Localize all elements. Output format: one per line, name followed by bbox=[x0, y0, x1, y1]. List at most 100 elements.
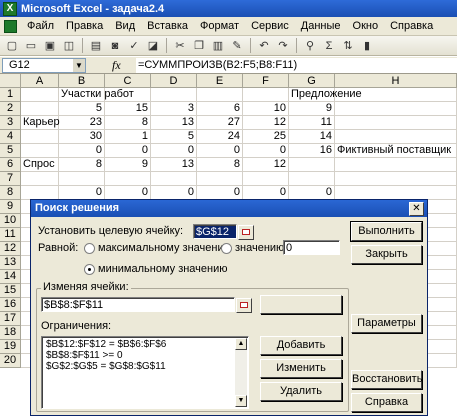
column-header-H[interactable]: H bbox=[335, 74, 457, 88]
cell-C5[interactable]: 0 bbox=[105, 144, 151, 158]
row-header-12[interactable]: 12 bbox=[0, 242, 21, 256]
changing-cells-input[interactable]: $B$8:$F$11 bbox=[41, 297, 235, 312]
cell-B2[interactable]: 5 bbox=[59, 102, 105, 116]
cell-F1[interactable] bbox=[243, 88, 289, 102]
open-icon[interactable]: ▭ bbox=[23, 38, 39, 54]
cell-G6[interactable] bbox=[289, 158, 335, 172]
cell-D7[interactable] bbox=[151, 172, 197, 186]
cell-A4[interactable] bbox=[21, 130, 59, 144]
cell-G3[interactable]: 11 bbox=[289, 116, 335, 130]
cell-H2[interactable] bbox=[335, 102, 457, 116]
print-preview-icon[interactable]: ◙ bbox=[107, 38, 123, 54]
close-button[interactable]: Закрыть bbox=[351, 245, 422, 264]
value-radio[interactable] bbox=[221, 243, 232, 254]
cell-B7[interactable] bbox=[59, 172, 105, 186]
solve-button[interactable]: Выполнить bbox=[350, 221, 423, 242]
row-header-9[interactable]: 9 bbox=[0, 200, 21, 214]
cell-E4[interactable]: 24 bbox=[197, 130, 243, 144]
min-radio[interactable] bbox=[84, 264, 95, 275]
cell-E8[interactable]: 0 bbox=[197, 186, 243, 200]
undo-icon[interactable]: ↶ bbox=[256, 38, 272, 54]
cell-F2[interactable]: 10 bbox=[243, 102, 289, 116]
row-header-2[interactable]: 2 bbox=[0, 102, 21, 116]
cell-C4[interactable]: 1 bbox=[105, 130, 151, 144]
column-header-G[interactable]: G bbox=[289, 74, 335, 88]
cell-A2[interactable] bbox=[21, 102, 59, 116]
cell-D3[interactable]: 13 bbox=[151, 116, 197, 130]
name-box[interactable]: G12 ▼ bbox=[2, 58, 86, 73]
formula-input[interactable]: =СУММПРОИЗВ(B2:F5;B8:F11) bbox=[136, 58, 457, 73]
change-button[interactable]: Изменить bbox=[260, 359, 342, 378]
cell-D1[interactable] bbox=[151, 88, 197, 102]
scroll-down-icon[interactable]: ▼ bbox=[235, 395, 247, 407]
copy-icon[interactable]: ❐ bbox=[191, 38, 207, 54]
cell-B8[interactable]: 0 bbox=[59, 186, 105, 200]
cell-G8[interactable]: 0 bbox=[289, 186, 335, 200]
delete-button[interactable]: Удалить bbox=[260, 382, 342, 401]
cell-F5[interactable]: 0 bbox=[243, 144, 289, 158]
cell-E7[interactable] bbox=[197, 172, 243, 186]
cell-B3[interactable]: 23 bbox=[59, 116, 105, 130]
collapse-dialog-icon[interactable] bbox=[238, 225, 254, 240]
chart-icon[interactable]: ▮ bbox=[359, 38, 375, 54]
cell-C8[interactable]: 0 bbox=[105, 186, 151, 200]
cell-H5[interactable]: Фиктивный поставщик bbox=[335, 144, 457, 158]
row-header-11[interactable]: 11 bbox=[0, 228, 21, 242]
close-icon[interactable]: ✕ bbox=[409, 202, 424, 216]
cell-B5[interactable]: 0 bbox=[59, 144, 105, 158]
cell-A7[interactable] bbox=[21, 172, 59, 186]
cell-C3[interactable]: 8 bbox=[105, 116, 151, 130]
chevron-down-icon[interactable]: ▼ bbox=[73, 59, 85, 72]
constraint-item[interactable]: $G$2:$G$5 = $G$8:$G$11 bbox=[46, 361, 244, 372]
column-header-E[interactable]: E bbox=[197, 74, 243, 88]
cell-D4[interactable]: 5 bbox=[151, 130, 197, 144]
row-header-10[interactable]: 10 bbox=[0, 214, 21, 228]
row-header-15[interactable]: 15 bbox=[0, 284, 21, 298]
format-painter-icon[interactable]: ✎ bbox=[229, 38, 245, 54]
function-icon[interactable]: fx bbox=[112, 58, 136, 73]
collapse-dialog-icon[interactable] bbox=[236, 298, 252, 313]
row-header-17[interactable]: 17 bbox=[0, 312, 21, 326]
cell-D8[interactable]: 0 bbox=[151, 186, 197, 200]
cell-A8[interactable] bbox=[21, 186, 59, 200]
cell-H8[interactable] bbox=[335, 186, 457, 200]
cell-F8[interactable]: 0 bbox=[243, 186, 289, 200]
reset-button[interactable]: Восстановить bbox=[351, 370, 422, 389]
row-header-1[interactable]: 1 bbox=[0, 88, 21, 102]
row-header-19[interactable]: 19 bbox=[0, 340, 21, 354]
menu-7[interactable]: Данные bbox=[295, 17, 347, 36]
save-icon[interactable]: ▣ bbox=[42, 38, 58, 54]
workbook-icon[interactable] bbox=[3, 19, 17, 33]
cell-E3[interactable]: 27 bbox=[197, 116, 243, 130]
cell-C7[interactable] bbox=[105, 172, 151, 186]
cell-E5[interactable]: 0 bbox=[197, 144, 243, 158]
column-header-C[interactable]: C bbox=[105, 74, 151, 88]
cell-E2[interactable]: 6 bbox=[197, 102, 243, 116]
options-button[interactable]: Параметры bbox=[351, 314, 422, 333]
cut-icon[interactable]: ✂ bbox=[172, 38, 188, 54]
cell-H3[interactable] bbox=[335, 116, 457, 130]
menu-4[interactable]: Вставка bbox=[141, 17, 194, 36]
cell-E1[interactable] bbox=[197, 88, 243, 102]
constraints-scrollbar[interactable]: ▲ ▼ bbox=[235, 338, 247, 407]
menu-9[interactable]: Справка bbox=[384, 17, 439, 36]
cell-F3[interactable]: 12 bbox=[243, 116, 289, 130]
cell-A3[interactable]: Карьер bbox=[21, 116, 60, 130]
autosum-icon[interactable]: Σ bbox=[321, 38, 337, 54]
cell-H7[interactable] bbox=[335, 172, 457, 186]
row-header-14[interactable]: 14 bbox=[0, 270, 21, 284]
row-header-6[interactable]: 6 bbox=[0, 158, 21, 172]
column-header-F[interactable]: F bbox=[243, 74, 289, 88]
value-input[interactable]: 0 bbox=[283, 240, 340, 255]
row-header-7[interactable]: 7 bbox=[0, 172, 21, 186]
cell-F6[interactable]: 12 bbox=[243, 158, 289, 172]
add-button[interactable]: Добавить bbox=[260, 336, 342, 355]
row-header-3[interactable]: 3 bbox=[0, 116, 21, 130]
cell-H6[interactable] bbox=[335, 158, 457, 172]
scroll-up-icon[interactable]: ▲ bbox=[235, 338, 247, 350]
column-header-A[interactable]: A bbox=[21, 74, 59, 88]
cell-A5[interactable] bbox=[21, 144, 59, 158]
menu-8[interactable]: Окно bbox=[347, 17, 385, 36]
select-all-corner[interactable] bbox=[0, 74, 21, 88]
cell-F7[interactable] bbox=[243, 172, 289, 186]
